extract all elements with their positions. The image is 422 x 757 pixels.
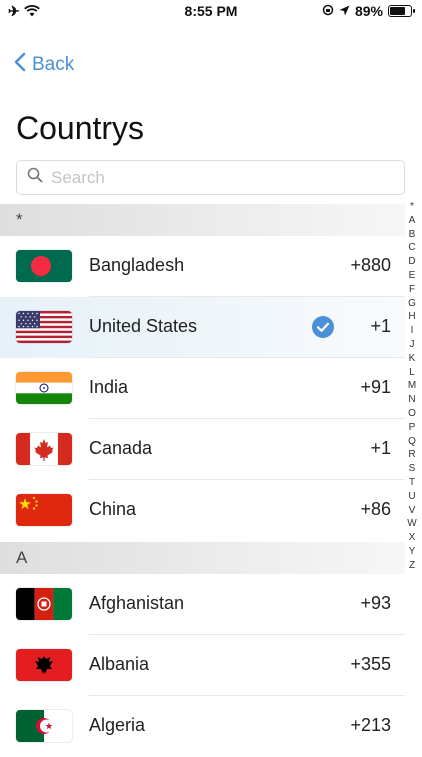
- status-bar: ✈ 8:55 PM 89%: [0, 0, 422, 22]
- dial-code: +1: [370, 316, 391, 336]
- country-name: Algeria: [89, 715, 146, 735]
- alphabet-index[interactable]: * A B C D E F G H I J K L M N O P Q R S T U V W X Y Z: [405, 200, 419, 573]
- index-letter[interactable]: V: [405, 504, 419, 518]
- dial-code: +355: [350, 654, 391, 674]
- algeria-flag-icon: [16, 710, 72, 742]
- index-letter[interactable]: X: [405, 531, 419, 545]
- index-letter[interactable]: U: [405, 490, 419, 504]
- chevron-left-icon: [14, 52, 32, 78]
- country-row-algeria[interactable]: Algeria +213: [0, 696, 405, 757]
- index-letter[interactable]: A: [405, 214, 419, 228]
- index-letter[interactable]: P: [405, 421, 419, 435]
- india-flag-icon: [16, 372, 72, 404]
- index-letter[interactable]: R: [405, 448, 419, 462]
- country-name: United States: [89, 316, 198, 336]
- country-row-china[interactable]: China +86: [0, 480, 405, 541]
- index-letter[interactable]: S: [405, 462, 419, 476]
- index-letter[interactable]: L: [405, 366, 419, 380]
- battery-level: [390, 7, 406, 15]
- location-arrow-icon: [339, 3, 350, 19]
- index-letter[interactable]: H: [405, 310, 419, 324]
- dial-code: +880: [350, 255, 391, 275]
- index-letter[interactable]: Z: [405, 559, 419, 573]
- country-name: India: [89, 377, 129, 397]
- index-letter[interactable]: C: [405, 241, 419, 255]
- index-letter[interactable]: O: [405, 407, 419, 421]
- index-letter[interactable]: E: [405, 269, 419, 283]
- index-letter[interactable]: *: [405, 200, 419, 214]
- china-flag-icon: [16, 494, 72, 526]
- dial-code: +86: [360, 499, 391, 519]
- country-row-afghanistan[interactable]: Afghanistan +93: [0, 574, 405, 635]
- country-row-bangladesh[interactable]: Bangladesh +880: [0, 236, 405, 297]
- back-label: Back: [32, 54, 75, 75]
- country-name: China: [89, 499, 137, 519]
- united-states-flag-icon: [16, 311, 72, 343]
- section-header: *: [0, 204, 405, 236]
- country-name: Canada: [89, 438, 153, 458]
- dial-code: +213: [350, 715, 391, 735]
- bangladesh-flag-icon: [16, 250, 72, 282]
- albania-flag-icon: [16, 649, 72, 681]
- index-letter[interactable]: Y: [405, 545, 419, 559]
- canada-flag-icon: [16, 433, 72, 465]
- battery-percent: 89%: [354, 3, 383, 19]
- back-button[interactable]: Back: [14, 52, 74, 78]
- status-right-icons: 89%: [322, 3, 415, 19]
- dial-code: +93: [360, 593, 391, 613]
- search-icon: [27, 167, 43, 188]
- country-row-united-states[interactable]: United States +1: [0, 297, 405, 358]
- index-letter[interactable]: B: [405, 228, 419, 242]
- checkmark-icon: [311, 315, 335, 344]
- index-letter[interactable]: M: [405, 379, 419, 393]
- index-letter[interactable]: T: [405, 476, 419, 490]
- battery-icon: [388, 5, 415, 17]
- index-letter[interactable]: G: [405, 297, 419, 311]
- index-letter[interactable]: N: [405, 393, 419, 407]
- rotation-lock-icon: [322, 3, 334, 19]
- index-letter[interactable]: I: [405, 324, 419, 338]
- afghanistan-flag-icon: [16, 588, 72, 620]
- search-input[interactable]: [49, 166, 373, 189]
- section-header: A: [0, 542, 405, 574]
- index-letter[interactable]: Q: [405, 435, 419, 449]
- dial-code: +1: [370, 438, 391, 458]
- country-row-india[interactable]: India +91: [0, 358, 405, 419]
- index-letter[interactable]: W: [405, 517, 419, 531]
- index-letter[interactable]: F: [405, 283, 419, 297]
- country-name: Afghanistan: [89, 593, 185, 613]
- country-row-canada[interactable]: Canada +1: [0, 419, 405, 480]
- search-bar[interactable]: [16, 160, 405, 195]
- index-letter[interactable]: K: [405, 352, 419, 366]
- index-letter[interactable]: D: [405, 255, 419, 269]
- page-title: Countrys: [16, 110, 145, 146]
- country-row-albania[interactable]: Albania +355: [0, 635, 405, 696]
- dial-code: +91: [360, 377, 391, 397]
- country-name: Bangladesh: [89, 255, 185, 275]
- country-name: Albania: [89, 654, 150, 674]
- index-letter[interactable]: J: [405, 338, 419, 352]
